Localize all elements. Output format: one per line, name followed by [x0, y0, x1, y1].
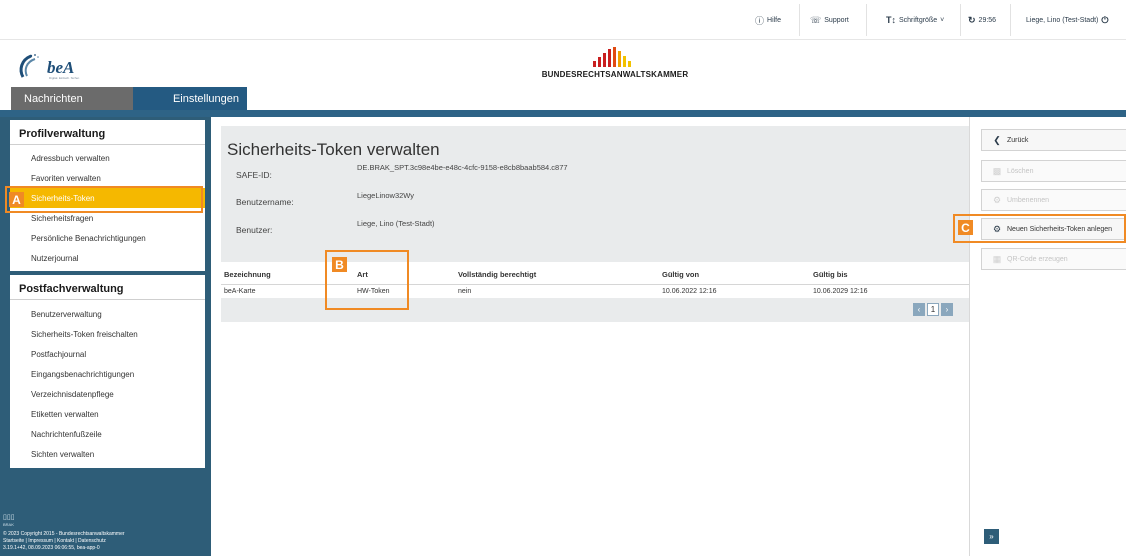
- mailbox-heading: Postfachverwaltung: [10, 275, 205, 300]
- next-page-button[interactable]: ›: [941, 303, 953, 316]
- arrow-left-icon: ❮: [993, 134, 1001, 145]
- footer-links[interactable]: Startseite | Impressum | Kontakt | Daten…: [3, 538, 211, 545]
- gear-icon: ⚙: [992, 194, 1002, 205]
- token-details: Sicherheits-Token verwalten SAFE-ID: DE.…: [221, 126, 970, 262]
- column-header[interactable]: Vollständig berechtigt: [458, 270, 536, 279]
- chevron-down-icon: ˅: [940, 16, 945, 24]
- logo-text: beA: [47, 58, 75, 77]
- username-value: LiegeLinow32Wy: [357, 191, 415, 200]
- qr-label: QR-Code erzeugen: [1007, 255, 1068, 263]
- page-title: Sicherheits-Token verwalten: [227, 140, 440, 159]
- safe-id-value: DE.BRAK_SPT.3c98e4be-e48c-4cfc-9158-e8cb…: [357, 163, 568, 172]
- version-text: 3.19.1+42, 08.09.2023 06:06:55, bea-app-…: [3, 545, 100, 551]
- safe-id-label: SAFE-ID:: [236, 170, 272, 180]
- delete-button[interactable]: ▩ Löschen: [981, 160, 1126, 182]
- sidebar-item-eingangsbenachrichtigungen[interactable]: Eingangsbenachrichtigungen: [10, 364, 205, 384]
- help-label: Hilfe: [767, 16, 782, 24]
- sidebar-item-benutzerverwaltung[interactable]: Benutzerverwaltung: [10, 304, 205, 324]
- mailbox-panel: Postfachverwaltung Benutzerverwaltung Si…: [10, 275, 205, 468]
- brak-small-bars-icon: ▯▯▯: [3, 514, 15, 521]
- sidebar: Profilverwaltung Adressbuch verwalten Fa…: [0, 117, 211, 556]
- main-content: Sicherheits-Token verwalten SAFE-ID: DE.…: [211, 117, 970, 556]
- user-menu[interactable]: Liege, Lino (Test-Stadt) ⏻: [1026, 13, 1109, 27]
- brak-bars-icon: [593, 47, 631, 67]
- refresh-icon: ↻: [968, 14, 976, 25]
- text-size-icon: T↕: [886, 15, 896, 25]
- sidebar-item-benachrichtigungen[interactable]: Persönliche Benachrichtigungen: [10, 228, 205, 248]
- divider: [866, 4, 867, 36]
- table-cell: 10.06.2022 12:16: [662, 288, 717, 295]
- username-label: Benutzername:: [236, 197, 294, 207]
- back-button[interactable]: ❮ Zurück: [981, 129, 1126, 151]
- annotation-box-c: [953, 214, 1126, 243]
- headset-icon: ☏: [810, 14, 822, 25]
- top-utility-bar: ⓘ Hilfe ☏ Support T↕ Schriftgröße ˅ ↻ 29…: [0, 0, 1126, 40]
- main-tabs: Nachrichten Einstellungen: [11, 87, 247, 111]
- brak-logo: BUNDESRECHTSANWALTSKAMMER: [530, 42, 700, 82]
- expand-pane-button[interactable]: »: [984, 529, 999, 544]
- column-header[interactable]: Gültig von: [662, 270, 699, 279]
- qr-code-button[interactable]: ▦ QR-Code erzeugen: [981, 248, 1126, 270]
- session-timer-value: 29:56: [978, 16, 997, 24]
- divider: [1010, 4, 1011, 36]
- pagination: ‹ 1 ›: [913, 303, 953, 316]
- annotation-label-a: A: [9, 192, 24, 207]
- font-size-dropdown[interactable]: T↕ Schriftgröße ˅: [886, 13, 944, 27]
- session-timer[interactable]: ↻ 29:56: [968, 13, 996, 27]
- sidebar-item-verzeichnisdatenpflege[interactable]: Verzeichnisdatenpflege: [10, 384, 205, 404]
- rename-button[interactable]: ⚙ Umbenennen: [981, 189, 1126, 211]
- copyright-text: © 2023 Copyright 2015 - Bundesrechtsanwa…: [3, 531, 125, 537]
- help-icon: ⓘ: [755, 15, 765, 26]
- sidebar-item-nachrichtenfusszeile[interactable]: Nachrichtenfußzeile: [10, 424, 205, 444]
- table-cell: beA-Karte: [224, 288, 256, 295]
- sidebar-item-nutzerjournal[interactable]: Nutzerjournal: [10, 248, 205, 268]
- bea-logo[interactable]: beA Digital. Einfach. Sicher.: [17, 50, 87, 84]
- qr-code-icon: ▦: [992, 253, 1002, 264]
- divider: [799, 4, 800, 36]
- tab-underline: [0, 110, 1126, 117]
- column-header[interactable]: Bezeichnung: [224, 270, 271, 279]
- current-page[interactable]: 1: [927, 303, 939, 316]
- column-header[interactable]: Gültig bis: [813, 270, 848, 279]
- sidebar-item-adressbuch[interactable]: Adressbuch verwalten: [10, 148, 205, 168]
- annotation-label-b: B: [332, 257, 347, 272]
- sidebar-item-token-freischalten[interactable]: Sicherheits-Token freischalten: [10, 324, 205, 344]
- trash-icon: ▩: [992, 165, 1002, 176]
- back-label: Zurück: [1007, 136, 1029, 144]
- annotation-box-a: [5, 186, 203, 213]
- profile-heading: Profilverwaltung: [10, 120, 205, 145]
- prev-page-button[interactable]: ‹: [913, 303, 925, 316]
- sidebar-item-etiketten[interactable]: Etiketten verwalten: [10, 404, 205, 424]
- rename-label: Umbenennen: [1007, 196, 1050, 204]
- logo-tagline: Digital. Einfach. Sicher.: [49, 76, 80, 80]
- org-name: BUNDESRECHTSANWALTSKAMMER: [541, 70, 689, 79]
- bea-swoosh-icon: [19, 54, 39, 78]
- annotation-label-c: C: [958, 220, 973, 235]
- sidebar-footer: ▯▯▯ BRAK © 2023 Copyright 2015 - Bundesr…: [0, 514, 211, 552]
- divider: [960, 4, 961, 36]
- sidebar-item-favoriten[interactable]: Favoriten verwalten: [10, 168, 205, 188]
- support-link[interactable]: ☏ Support: [810, 13, 849, 27]
- sidebar-item-postfachjournal[interactable]: Postfachjournal: [10, 344, 205, 364]
- sidebar-item-sichten[interactable]: Sichten verwalten: [10, 444, 205, 464]
- font-size-label: Schriftgröße: [899, 16, 938, 24]
- help-link[interactable]: ⓘ Hilfe: [755, 13, 781, 27]
- tab-einstellungen[interactable]: Einstellungen: [133, 87, 247, 111]
- user-label: Benutzer:: [236, 225, 273, 235]
- support-label: Support: [824, 16, 849, 24]
- table-cell: 10.06.2029 12:16: [813, 288, 868, 295]
- power-icon[interactable]: ⏻: [1101, 15, 1108, 26]
- user-value: Liege, Lino (Test-Stadt): [357, 219, 435, 228]
- brak-small-text: BRAK: [3, 522, 14, 527]
- action-pane: ❮ Zurück ▩ Löschen ⚙ Umbenennen ⚙ Neuen …: [969, 117, 1126, 556]
- brak-small-logo: ▯▯▯ BRAK: [3, 514, 211, 528]
- user-name: Liege, Lino (Test-Stadt): [1026, 16, 1099, 24]
- tab-nachrichten[interactable]: Nachrichten: [11, 87, 133, 111]
- delete-label: Löschen: [1007, 167, 1034, 175]
- table-cell: nein: [458, 288, 472, 295]
